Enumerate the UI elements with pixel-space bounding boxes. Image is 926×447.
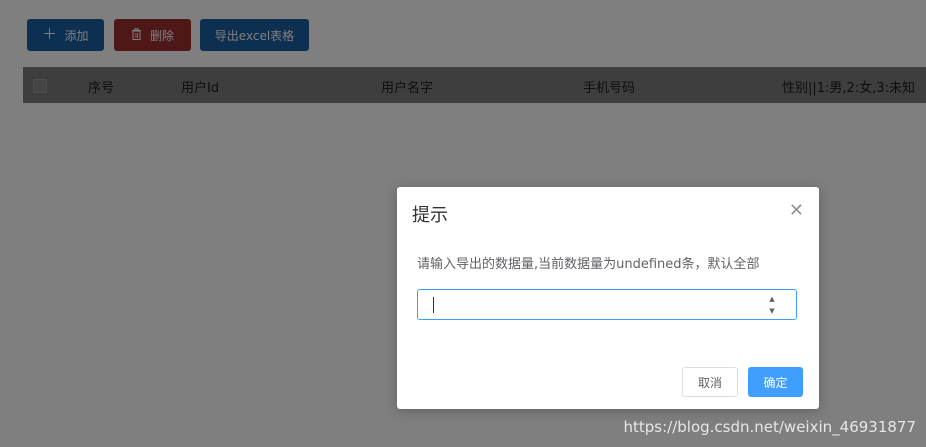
add-button-label: 添加 — [64, 28, 89, 43]
watermark-text: https://blog.csdn.net/weixin_46931877 — [623, 418, 916, 436]
decrement-arrow-icon[interactable]: ▼ — [766, 305, 778, 317]
add-button[interactable]: ＋ 添加 — [27, 19, 104, 51]
column-header-index: 序号 — [88, 81, 115, 96]
trash-icon — [131, 27, 142, 43]
column-header-user-id: 用户Id — [181, 81, 220, 96]
table-header: 序号 用户Id 用户名字 手机号码 性别||1:男,2:女,3:未知 — [23, 67, 926, 103]
cancel-button[interactable]: 取消 — [682, 367, 738, 397]
quantity-input-box[interactable]: ▲ ▼ — [417, 289, 797, 320]
select-all-checkbox[interactable] — [33, 79, 47, 93]
close-icon[interactable]: ✕ — [789, 201, 804, 221]
export-excel-button[interactable]: 导出excel表格 — [200, 19, 309, 51]
column-header-phone: 手机号码 — [583, 81, 636, 96]
increment-arrow-icon[interactable]: ▲ — [766, 293, 778, 305]
confirm-button[interactable]: 确定 — [748, 367, 803, 397]
text-caret — [433, 297, 434, 313]
dialog-message: 请输入导出的数据量,当前数据量为undefined条，默认全部 — [417, 257, 760, 272]
export-button-label: 导出excel表格 — [214, 28, 295, 43]
delete-button-label: 删除 — [149, 28, 174, 43]
prompt-dialog: 提示 ✕ 请输入导出的数据量,当前数据量为undefined条，默认全部 ▲ ▼… — [397, 187, 819, 409]
column-header-user-name: 用户名字 — [381, 81, 434, 96]
delete-button[interactable]: 删除 — [114, 19, 191, 51]
column-header-gender: 性别||1:男,2:女,3:未知 — [782, 81, 915, 96]
quantity-input[interactable] — [430, 295, 754, 316]
plus-icon: ＋ — [42, 27, 57, 43]
dialog-title: 提示 — [412, 205, 448, 226]
